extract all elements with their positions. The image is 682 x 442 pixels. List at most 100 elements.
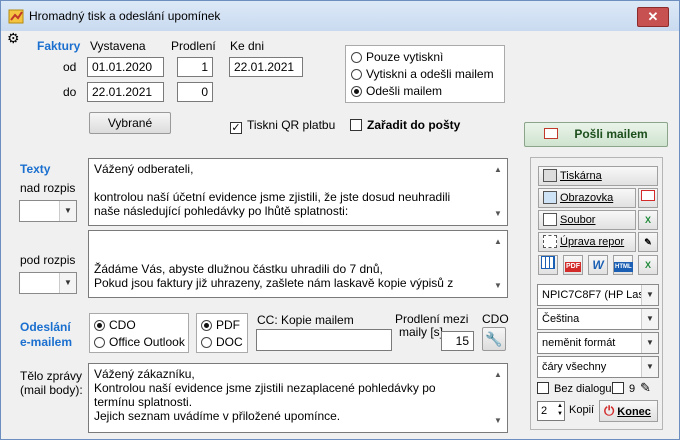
pdf-icon: PDF <box>565 262 581 272</box>
excel-export-button[interactable]: X <box>638 210 658 230</box>
pen-icon: ✎ <box>644 237 652 247</box>
radio-selected-icon <box>201 320 212 331</box>
delay-label-2: maily [s] <box>399 325 444 339</box>
spinner-arrows-icon[interactable]: ▲ ▼ <box>557 402 563 418</box>
window-title: Hromadný tisk a odeslání upomínek <box>29 9 221 23</box>
prodleni-do-field[interactable]: 0 <box>177 82 213 102</box>
radio-selected-icon <box>351 86 362 97</box>
scrollbar[interactable]: ▲ ▼ <box>490 231 507 297</box>
gear-icon[interactable]: ⚙ <box>7 31 20 45</box>
count-checkbox[interactable]: 9 <box>612 382 635 395</box>
settings-user-icon[interactable]: ✎ <box>640 380 651 396</box>
format-option-doc[interactable]: DOC <box>201 335 243 349</box>
mode-option-print-only[interactable]: Pouze vytisknì <box>351 50 443 64</box>
mail-send-icon <box>544 128 559 139</box>
scroll-down-icon[interactable]: ▼ <box>494 207 502 221</box>
vystavena-do-field[interactable]: 22.01.2021 <box>87 82 164 102</box>
format-option-pdf[interactable]: PDF <box>201 318 240 332</box>
scrollbar[interactable]: ▲ ▼ <box>490 364 507 432</box>
kopii-spinner[interactable]: 2 ▲ ▼ <box>537 401 565 421</box>
chevron-down-icon: ▼ <box>641 309 658 329</box>
title-bar: Hromadný tisk a odeslání upomínek ✕ <box>1 1 679 31</box>
mail-icon-button[interactable] <box>638 188 658 208</box>
mode-radio-group: Pouze vytisknì Vytiskni a odešli mailem … <box>345 45 505 103</box>
vybrane-button[interactable]: Vybrané <box>89 112 171 134</box>
pod-rozpis-textarea[interactable]: Žádáme Vás, abyste dlužnou částku uhradi… <box>88 230 508 298</box>
texty-label: Texty <box>20 162 51 176</box>
checkbox-empty-icon <box>537 382 549 394</box>
checkbox-empty-icon <box>612 382 624 394</box>
konec-button[interactable]: ⏻ Konec <box>599 400 658 422</box>
checkbox-empty-icon <box>350 119 362 131</box>
language-select[interactable]: Čeština ▼ <box>537 308 659 330</box>
odeslani-label-2: e-mailem <box>20 335 73 349</box>
qr-checkbox[interactable]: ✓ Tiskni QR platbu <box>230 118 335 134</box>
radio-selected-icon <box>94 320 105 331</box>
pdf-export-button[interactable]: PDF <box>563 255 583 275</box>
radio-icon <box>351 52 362 63</box>
chevron-down-icon: ▼ <box>641 285 658 305</box>
mode-option-print-and-mail[interactable]: Vytiskni a odešli mailem <box>351 67 494 81</box>
printer-select[interactable]: NPIC7C8F7 (HP Lase ▼ <box>537 284 659 306</box>
wrench-icon: 🔧 <box>485 331 503 347</box>
posta-checkbox[interactable]: Zařadit do pošty <box>350 118 460 132</box>
delay-input[interactable]: 15 <box>441 331 474 351</box>
obrazovka-button[interactable]: Obrazovka <box>538 188 636 208</box>
cdo-settings-button[interactable]: 🔧 <box>482 327 506 351</box>
pod-rozpis-label: pod rozpis <box>20 253 76 267</box>
bez-dialogu-checkbox[interactable]: Bez dialogu <box>537 382 612 395</box>
scroll-down-icon[interactable]: ▼ <box>494 279 502 293</box>
posli-mailem-button[interactable]: Pošli mailem <box>524 122 668 147</box>
excel-icon: X <box>644 215 651 225</box>
html-export-button[interactable]: HTML <box>613 255 633 275</box>
excel-export-button-2[interactable]: X <box>638 255 658 275</box>
mode-option-mail[interactable]: Odešli mailem <box>351 84 442 98</box>
scrollbar[interactable]: ▲ ▼ <box>490 159 507 225</box>
scroll-up-icon[interactable]: ▲ <box>494 163 502 177</box>
word-export-button[interactable]: W <box>588 255 608 275</box>
uprava-reportu-button[interactable]: Úprava repor <box>538 232 636 252</box>
telo-label-1: Tělo zprávy <box>20 369 83 383</box>
html-icon: HTML <box>614 262 633 272</box>
pen-button[interactable]: ✎ <box>638 232 658 252</box>
nad-rozpis-select[interactable]: ▼ <box>19 200 77 222</box>
edit-report-icon <box>543 235 557 248</box>
col-ke-dni: Ke dni <box>230 39 265 53</box>
nad-rozpis-textarea[interactable]: Vážený odberateli, kontrolou naší účetní… <box>88 158 508 226</box>
soubor-button[interactable]: Soubor <box>538 210 636 230</box>
check-icon: ✓ <box>230 122 242 134</box>
word-icon: W <box>592 258 604 272</box>
radio-icon <box>351 69 362 80</box>
chevron-down-icon: ▼ <box>59 273 76 293</box>
scroll-up-icon[interactable]: ▲ <box>494 368 502 382</box>
close-button[interactable]: ✕ <box>637 7 669 27</box>
telo-label-2: (mail body): <box>20 383 83 397</box>
excel-icon: X <box>644 260 651 270</box>
tiskarna-button[interactable]: Tiskárna <box>538 166 658 186</box>
lines-select[interactable]: čáry všechny ▼ <box>537 356 659 378</box>
client-option-cdo[interactable]: CDO <box>94 318 136 332</box>
pod-rozpis-select[interactable]: ▼ <box>19 272 77 294</box>
delay-label-1: Prodlení mezi <box>395 312 469 326</box>
telo-textarea[interactable]: Vážený zákazníku, Kontrolou naší evidenc… <box>88 363 508 433</box>
ke-dni-field[interactable]: 22.01.2021 <box>229 57 303 77</box>
odeslani-label-1: Odeslání <box>20 320 71 334</box>
row-do-label: do <box>63 85 77 99</box>
radio-icon <box>201 337 212 348</box>
cc-label: CC: Kopie mailem <box>257 313 354 327</box>
chevron-down-icon: ▼ <box>641 357 658 377</box>
client-option-outlook[interactable]: Office Outlook <box>94 335 185 349</box>
kopii-label: Kopií <box>569 404 595 416</box>
format-select[interactable]: neměnit formát ▼ <box>537 332 659 354</box>
vystavena-od-field[interactable]: 01.01.2020 <box>87 57 164 77</box>
chevron-down-icon: ▼ <box>641 333 658 353</box>
calendar-grid-button[interactable] <box>538 255 558 275</box>
output-panel: Tiskárna Obrazovka Soubor X Úprava repor… <box>530 157 663 430</box>
cc-input[interactable] <box>256 329 392 351</box>
scroll-up-icon[interactable]: ▲ <box>494 235 502 249</box>
client-radio-group: CDO Office Outlook <box>89 313 189 353</box>
mail-icon <box>641 190 655 201</box>
scroll-down-icon[interactable]: ▼ <box>494 414 502 428</box>
prodleni-od-field[interactable]: 1 <box>177 57 213 77</box>
printer-icon <box>543 169 557 182</box>
